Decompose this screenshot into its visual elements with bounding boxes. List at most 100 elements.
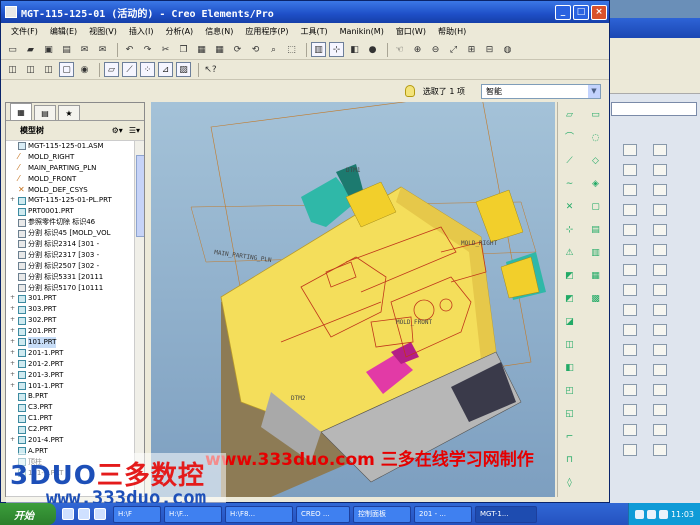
regenerate-icon[interactable]: ⟳ <box>230 42 245 57</box>
tab-model-tree[interactable]: ▦ <box>10 103 32 120</box>
paste-special-icon[interactable]: ▦ <box>212 42 227 57</box>
taskbar-item[interactable]: CREO ... <box>296 505 350 523</box>
expand-icon[interactable]: + <box>10 293 18 304</box>
graphics-viewport[interactable]: DTM1 MAIN_PARTING_PLN MOLD_RIGHT MOLD_FR… <box>151 102 555 497</box>
tray-icon[interactable] <box>646 509 656 519</box>
tree-item[interactable]: +101-1.PRT <box>10 381 144 392</box>
tree-item[interactable]: C1.PRT <box>10 413 144 424</box>
shaded-icon[interactable]: ▢ <box>59 62 74 77</box>
cut-icon[interactable]: ✂ <box>158 42 173 57</box>
paste-icon[interactable]: ▦ <box>194 42 209 57</box>
lightbulb-icon[interactable] <box>404 85 415 97</box>
tab-folder-browser[interactable]: ▤ <box>34 105 56 120</box>
taskbar-item[interactable]: H:\F <box>113 505 161 523</box>
hidden-line-icon[interactable]: ◫ <box>23 62 38 77</box>
cast-icon[interactable]: ◰ <box>562 384 577 398</box>
spin-icon[interactable]: ☜ <box>392 42 407 57</box>
regen-manager-icon[interactable]: ⟲ <box>248 42 263 57</box>
tree-item[interactable]: +201-3.PRT <box>10 370 144 381</box>
parting-surface-icon[interactable]: ◩ <box>562 292 577 306</box>
menu-help[interactable]: 帮助(H) <box>432 26 472 37</box>
runner-icon[interactable]: ⌐ <box>562 430 577 444</box>
tree-item[interactable]: +301.PRT <box>10 293 144 304</box>
extract-icon[interactable]: ◧ <box>562 361 577 375</box>
sketch-tool-icon[interactable]: ⌒ <box>562 131 577 145</box>
tree-item[interactable]: +201.PRT <box>10 326 144 337</box>
zoom-out-icon[interactable]: ⊖ <box>428 42 443 57</box>
window-titlebar[interactable]: MGT-115-125-01 (活动的) - Creo Elements/Pro… <box>1 1 609 23</box>
datum-axes-icon[interactable]: ⟋ <box>122 62 137 77</box>
tree-item[interactable]: + MGT-115-125-01-PL.PRT <box>10 195 144 206</box>
tree-item[interactable]: 分割 标识2314 [301 - <box>10 239 144 250</box>
datum-point-tool-icon[interactable]: ✕ <box>562 200 577 214</box>
tree-scrollbar[interactable] <box>134 141 144 496</box>
tree-item[interactable]: +303.PRT <box>10 304 144 315</box>
save-icon[interactable]: ▣ <box>41 42 56 57</box>
menu-view[interactable]: 视图(V) <box>83 26 123 37</box>
orient-icon[interactable]: ⊞ <box>464 42 479 57</box>
shading-icon[interactable]: ● <box>365 42 380 57</box>
shell-tool-icon[interactable]: ▢ <box>588 200 603 214</box>
menu-tools[interactable]: 工具(T) <box>295 26 334 37</box>
display-style-icon[interactable]: ◧ <box>347 42 362 57</box>
email-attach-icon[interactable]: ✉ <box>95 42 110 57</box>
datum-axis-tool-icon[interactable]: ⟋ <box>562 154 577 168</box>
silhouette-icon[interactable]: ◪ <box>562 315 577 329</box>
csys-tool-icon[interactable]: ⊹ <box>562 223 577 237</box>
saved-views-icon[interactable]: ⊟ <box>482 42 497 57</box>
tray-icon[interactable] <box>658 509 668 519</box>
taskbar-item-active[interactable]: MGT-1... <box>475 505 537 523</box>
print-icon[interactable]: ▤ <box>59 42 74 57</box>
mirror-tool-icon[interactable]: ▥ <box>588 246 603 260</box>
expand-icon[interactable]: + <box>10 435 18 446</box>
trim-tool-icon[interactable]: ▦ <box>588 269 603 283</box>
tray-icon[interactable] <box>634 509 644 519</box>
undo-icon[interactable]: ↶ <box>122 42 137 57</box>
tree-item[interactable]: C2.PRT <box>10 424 144 435</box>
taskbar-item[interactable]: 控制面板 <box>353 505 411 523</box>
no-hidden-icon[interactable]: ◫ <box>41 62 56 77</box>
enhanced-realism-icon[interactable]: ◉ <box>77 62 92 77</box>
menu-edit[interactable]: 编辑(E) <box>44 26 83 37</box>
quick-launch-icon[interactable] <box>94 508 106 520</box>
grid-tool-icon[interactable]: ▩ <box>588 292 603 306</box>
tree-settings-icon[interactable]: ⚙▾ <box>112 126 123 135</box>
find-icon[interactable]: ⌕ <box>266 42 281 57</box>
context-help-icon[interactable]: ↖? <box>203 62 218 77</box>
curve-tool-icon[interactable]: ∼ <box>562 177 577 191</box>
selection-filter-select[interactable]: 智能 ▼ <box>481 83 601 99</box>
expand-icon[interactable]: + <box>10 326 18 337</box>
expand-icon[interactable]: + <box>10 370 18 381</box>
menu-analysis[interactable]: 分析(A) <box>159 26 199 37</box>
waterline-icon[interactable]: ⊓ <box>562 453 577 467</box>
expand-icon[interactable]: + <box>10 381 18 392</box>
tree-item[interactable]: B.PRT <box>10 391 144 402</box>
taskbar-item[interactable]: H:\F8... <box>225 505 293 523</box>
tree-item[interactable]: ✕ MOLD_DEF_CSYS <box>10 185 144 196</box>
tree-item[interactable]: PRT0001.PRT <box>10 206 144 217</box>
tree-item[interactable]: 参照零件切除 标识46 <box>10 217 144 228</box>
quick-launch-icon[interactable] <box>78 508 90 520</box>
ejector-icon[interactable]: ◊ <box>562 476 577 490</box>
mold-volume-icon[interactable]: ◩ <box>562 269 577 283</box>
datum-display-icon[interactable]: ⊹ <box>329 42 344 57</box>
datum-points-icon[interactable]: ⁘ <box>140 62 155 77</box>
tree-item[interactable]: ⁄ MAIN_PARTING_PLN <box>10 163 144 174</box>
sweep-tool-icon[interactable]: ◇ <box>588 154 603 168</box>
expand-icon[interactable]: + <box>10 304 18 315</box>
datum-plane-tool-icon[interactable]: ▱ <box>562 108 577 122</box>
tab-favorites[interactable]: ★ <box>58 105 80 120</box>
analysis-tool-icon[interactable]: ⚠ <box>562 246 577 260</box>
annotation-display-icon[interactable]: ▨ <box>176 62 191 77</box>
start-button[interactable]: 开始 <box>0 503 56 525</box>
email-icon[interactable]: ✉ <box>77 42 92 57</box>
tree-item[interactable]: +101.PRT <box>10 337 144 348</box>
copy-icon[interactable]: ❐ <box>176 42 191 57</box>
menu-insert[interactable]: 插入(I) <box>123 26 160 37</box>
tree-columns-icon[interactable]: ☰▾ <box>129 126 140 135</box>
quick-launch-icon[interactable] <box>62 508 74 520</box>
appearance-icon[interactable]: ◍ <box>500 42 515 57</box>
maximize-button[interactable]: □ <box>573 4 589 20</box>
expand-icon[interactable]: + <box>10 359 18 370</box>
taskbar-item[interactable]: 201 - ... <box>414 505 472 523</box>
